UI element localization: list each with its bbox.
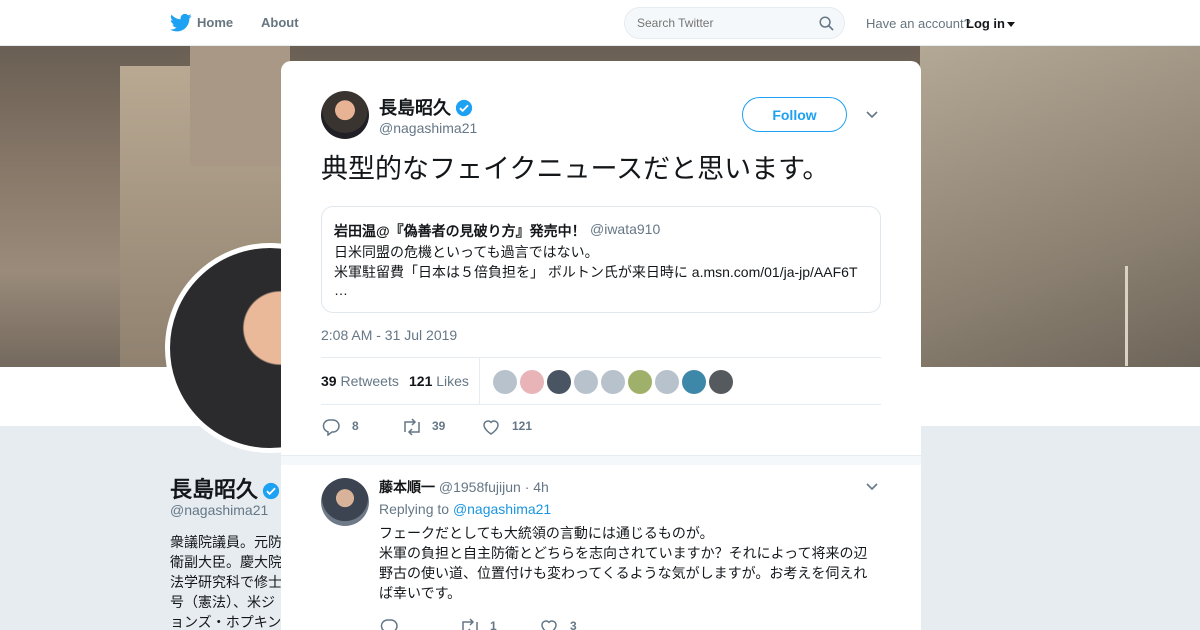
quoted-author-handle: @iwata910 [590, 221, 661, 237]
reply-like-count: 3 [570, 619, 577, 630]
like-count: 121 [512, 419, 533, 433]
liker-avatar[interactable] [628, 370, 652, 394]
replying-to-link[interactable]: @nagashima21 [453, 501, 551, 517]
likes-label[interactable]: Likes [436, 373, 469, 389]
quoted-text-line-1: 日米同盟の危機といっても過言ではない。 [334, 244, 599, 260]
reply-time[interactable]: · 4h [525, 479, 549, 495]
retweet-icon[interactable] [459, 618, 481, 630]
replying-to: Replying to @nagashima21 [379, 501, 551, 517]
verified-badge-icon [455, 99, 473, 117]
reply-actions: 1 3 [379, 616, 679, 630]
tweet-actions: 8 39 121 [321, 416, 881, 436]
liker-avatar[interactable] [574, 370, 598, 394]
reply-text-line-2: 米軍の負担と自主防衛とどちらを志向されていますか？それによって将来の辺 [379, 545, 868, 561]
chevron-down-icon[interactable] [865, 481, 879, 493]
reply-text-line-4: ば幸いです。 [379, 585, 462, 601]
liker-avatar[interactable] [682, 370, 706, 394]
retweet-count: 39 [432, 419, 446, 433]
liker-avatar[interactable] [601, 370, 625, 394]
reply-icon[interactable] [321, 418, 341, 436]
close-icon[interactable] [1154, 12, 1178, 36]
heart-icon[interactable] [539, 618, 559, 630]
reply-icon[interactable] [379, 618, 399, 630]
liker-avatar[interactable] [493, 370, 517, 394]
liker-avatar[interactable] [520, 370, 544, 394]
reply-header: 藤本順一 @1958fujijun · 4h [379, 477, 549, 497]
follow-button[interactable]: Follow [742, 97, 847, 132]
tweet-text: 典型的なフェイクニュースだと思います。 [321, 154, 830, 184]
tweet-timestamp[interactable]: 2:08 AM - 31 Jul 2019 [321, 327, 457, 343]
likes-stat[interactable]: 121 Likes [409, 373, 469, 389]
reply-retweet-count: 1 [490, 619, 497, 630]
reply-separator [281, 455, 921, 465]
tweet-author-name[interactable]: 長島昭久 [379, 94, 473, 120]
retweets-stat[interactable]: 39 Retweets [321, 373, 399, 389]
retweets-count[interactable]: 39 [321, 373, 337, 389]
heart-icon[interactable] [481, 418, 501, 436]
chevron-down-icon[interactable] [865, 109, 879, 121]
retweet-icon[interactable] [401, 418, 423, 436]
tweet-author-handle[interactable]: @nagashima21 [379, 120, 477, 136]
stats-divider [479, 358, 480, 404]
reply-text-line-1: フェークだとしても大統領の言動には通じるものが。 [379, 525, 714, 541]
replying-prefix: Replying to [379, 501, 450, 517]
reply-author-name[interactable]: 藤本順一 [379, 479, 435, 495]
liker-avatar[interactable] [709, 370, 733, 394]
tweet-stats: 39 Retweets 121 Likes [321, 357, 881, 405]
quoted-text-line-2: 米軍駐留費「日本は５倍負担を」 ボルトン氏が来日時に a.msn.com/01/… [334, 264, 858, 280]
reply-author-avatar[interactable] [321, 478, 369, 526]
tweet-modal: 長島昭久 @nagashima21 Follow 典型的なフェイクニュースだと思… [281, 61, 921, 630]
quoted-tweet[interactable]: 岩田温@『偽善者の見破り方』発売中！ @iwata910 日米同盟の危機といって… [321, 206, 881, 313]
liker-avatar[interactable] [547, 370, 571, 394]
quoted-author-name: 岩田温@『偽善者の見破り方』発売中！ [334, 223, 586, 239]
reply-author-handle[interactable]: @1958fujijun [439, 479, 521, 495]
retweets-label[interactable]: Retweets [340, 373, 398, 389]
liker-avatar[interactable] [655, 370, 679, 394]
quoted-text-line-3: … [334, 282, 348, 298]
liker-avatars [493, 370, 736, 394]
tweet-author-name-text[interactable]: 長島昭久 [379, 98, 451, 118]
reply-text-line-3: 野古の使い道、位置付けも変わってくるような気がしますが。お考えを伺えれ [379, 565, 868, 581]
tweet-author-avatar[interactable] [321, 91, 369, 139]
likes-count[interactable]: 121 [409, 373, 432, 389]
reply-count: 8 [352, 419, 359, 433]
